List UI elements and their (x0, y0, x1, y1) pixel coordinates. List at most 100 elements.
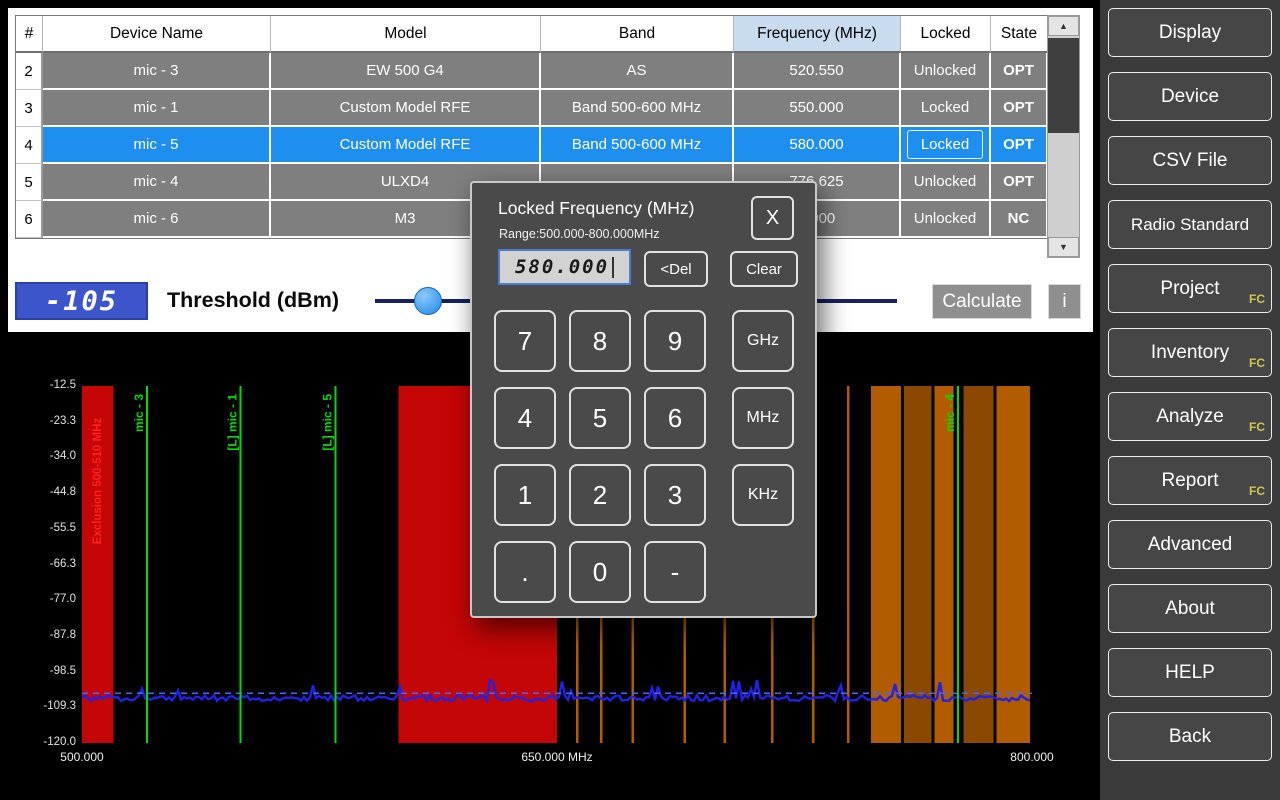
state-cell: OPT (991, 164, 1048, 201)
sidebar-button-back[interactable]: Back (1108, 712, 1272, 761)
scroll-up-icon[interactable]: ▲ (1048, 16, 1079, 36)
sidebar-button-radio-standard[interactable]: Radio Standard (1108, 200, 1272, 249)
key-1[interactable]: 1 (494, 464, 556, 526)
key-6[interactable]: 6 (644, 387, 706, 449)
scroll-down-icon[interactable]: ▼ (1048, 237, 1079, 257)
fc-badge: FC (1249, 356, 1265, 370)
key-minus[interactable]: - (644, 541, 706, 603)
x-axis-label: 500.000 (12, 750, 152, 764)
occupied-band (904, 386, 931, 743)
state-cell: OPT (991, 53, 1048, 90)
sidebar-button-label: Back (1169, 726, 1211, 748)
x-axis-label: 800.000 (962, 750, 1102, 764)
table-row[interactable]: 3 mic - 1 Custom Model RFE Band 500-600 … (16, 90, 1046, 127)
frequency-cell: 580.000 (734, 127, 901, 164)
fc-badge: FC (1249, 292, 1265, 306)
key-decimal[interactable]: . (494, 541, 556, 603)
y-axis-label: -120.0 (18, 736, 76, 748)
sidebar-button-about[interactable]: About (1108, 584, 1272, 633)
occupied-band (964, 386, 994, 743)
exclusion-label: Exclusion 500-510 MHz (92, 417, 104, 544)
occupied-band (934, 386, 953, 743)
sidebar-button-advanced[interactable]: Advanced (1108, 520, 1272, 569)
interference-line (847, 386, 850, 743)
key-2[interactable]: 2 (569, 464, 631, 526)
mic-marker-label: [L] mic - 5 (320, 394, 334, 451)
mic-marker-label: mic - 4 (943, 394, 957, 432)
sidebar-button-inventory[interactable]: Inventory FC (1108, 328, 1272, 377)
locked-cell[interactable]: Locked (901, 127, 991, 164)
device-name-cell: mic - 6 (43, 201, 271, 238)
frequency-input[interactable]: 580.000 (498, 249, 631, 285)
table-row-selected[interactable]: 4 mic - 5 Custom Model RFE Band 500-600 … (16, 127, 1046, 164)
sidebar-button-display[interactable]: Display (1108, 8, 1272, 57)
scrollbar-thumb[interactable] (1048, 38, 1079, 133)
sidebar-button-label: About (1165, 598, 1215, 620)
header-frequency[interactable]: Frequency (MHz) (734, 16, 901, 53)
frequency-cell: 520.550 (734, 53, 901, 90)
range-label: Range:500.000-800.000MHz (499, 227, 660, 241)
sidebar-button-project[interactable]: Project FC (1108, 264, 1272, 313)
mic-marker-label: mic - 3 (132, 394, 146, 432)
sidebar-button-label: Report (1161, 470, 1218, 492)
x-axis-label: 650.000 MHz (487, 750, 627, 764)
header-device-name[interactable]: Device Name (43, 16, 271, 53)
sidebar-button-report[interactable]: Report FC (1108, 456, 1272, 505)
header-state[interactable]: State (991, 16, 1048, 53)
key-5[interactable]: 5 (569, 387, 631, 449)
threshold-slider-handle[interactable] (414, 287, 442, 315)
table-scrollbar[interactable]: ▲ ▼ (1047, 15, 1080, 258)
band-cell: AS (541, 53, 734, 90)
locked-cell[interactable]: Unlocked (901, 201, 991, 238)
locked-cell[interactable]: Unlocked (901, 53, 991, 90)
device-name-cell: mic - 5 (43, 127, 271, 164)
key-mhz[interactable]: MHz (732, 387, 794, 449)
calculate-button[interactable]: Calculate (932, 284, 1032, 319)
threshold-value: -105 (45, 286, 118, 317)
sidebar-button-analyze[interactable]: AnalyzeFC (1108, 392, 1272, 441)
delete-button[interactable]: <Del (644, 251, 708, 287)
sidebar-button-help[interactable]: HELP (1108, 648, 1272, 697)
band-cell: Band 500-600 MHz (541, 90, 734, 127)
frequency-input-value: 580.000 (515, 256, 609, 278)
y-axis-label: -23.3 (18, 415, 76, 427)
fc-badge: FC (1249, 484, 1265, 498)
key-7[interactable]: 7 (494, 310, 556, 372)
y-axis-label: -55.5 (18, 522, 76, 534)
device-name-cell: mic - 4 (43, 164, 271, 201)
row-number-cell: 6 (16, 201, 43, 238)
y-axis-label: -98.5 (18, 665, 76, 677)
header-band[interactable]: Band (541, 16, 734, 53)
table-row[interactable]: 2 mic - 3 EW 500 G4 AS 520.550 Unlocked … (16, 53, 1046, 90)
key-9[interactable]: 9 (644, 310, 706, 372)
locked-cell[interactable]: Unlocked (901, 164, 991, 201)
y-axis-label: -87.8 (18, 629, 76, 641)
info-button[interactable]: i (1048, 284, 1081, 319)
device-name-cell: mic - 1 (43, 90, 271, 127)
key-3[interactable]: 3 (644, 464, 706, 526)
close-button[interactable]: X (751, 196, 794, 240)
key-4[interactable]: 4 (494, 387, 556, 449)
header-number[interactable]: # (16, 16, 43, 53)
header-model[interactable]: Model (271, 16, 541, 53)
clear-button[interactable]: Clear (730, 251, 798, 287)
sidebar-button-label: Project (1160, 278, 1219, 300)
row-number-cell: 5 (16, 164, 43, 201)
key-0[interactable]: 0 (569, 541, 631, 603)
sidebar-button-label: HELP (1165, 662, 1215, 684)
device-name-cell: mic - 3 (43, 53, 271, 90)
key-8[interactable]: 8 (569, 310, 631, 372)
model-cell: Custom Model RFE (271, 90, 541, 127)
sidebar-button-csv-file[interactable]: CSV File (1108, 136, 1272, 185)
sidebar-button-label: Radio Standard (1131, 215, 1249, 235)
key-ghz[interactable]: GHz (732, 310, 794, 372)
sidebar: Display Device CSV File Radio Standard P… (1100, 0, 1280, 800)
locked-cell[interactable]: Locked (901, 90, 991, 127)
sidebar-button-label: Inventory (1151, 342, 1229, 364)
header-locked[interactable]: Locked (901, 16, 991, 53)
frequency-cell: 550.000 (734, 90, 901, 127)
sidebar-button-label: Advanced (1148, 534, 1233, 556)
sidebar-button-device[interactable]: Device (1108, 72, 1272, 121)
key-khz[interactable]: KHz (732, 464, 794, 526)
occupied-band (997, 386, 1031, 743)
